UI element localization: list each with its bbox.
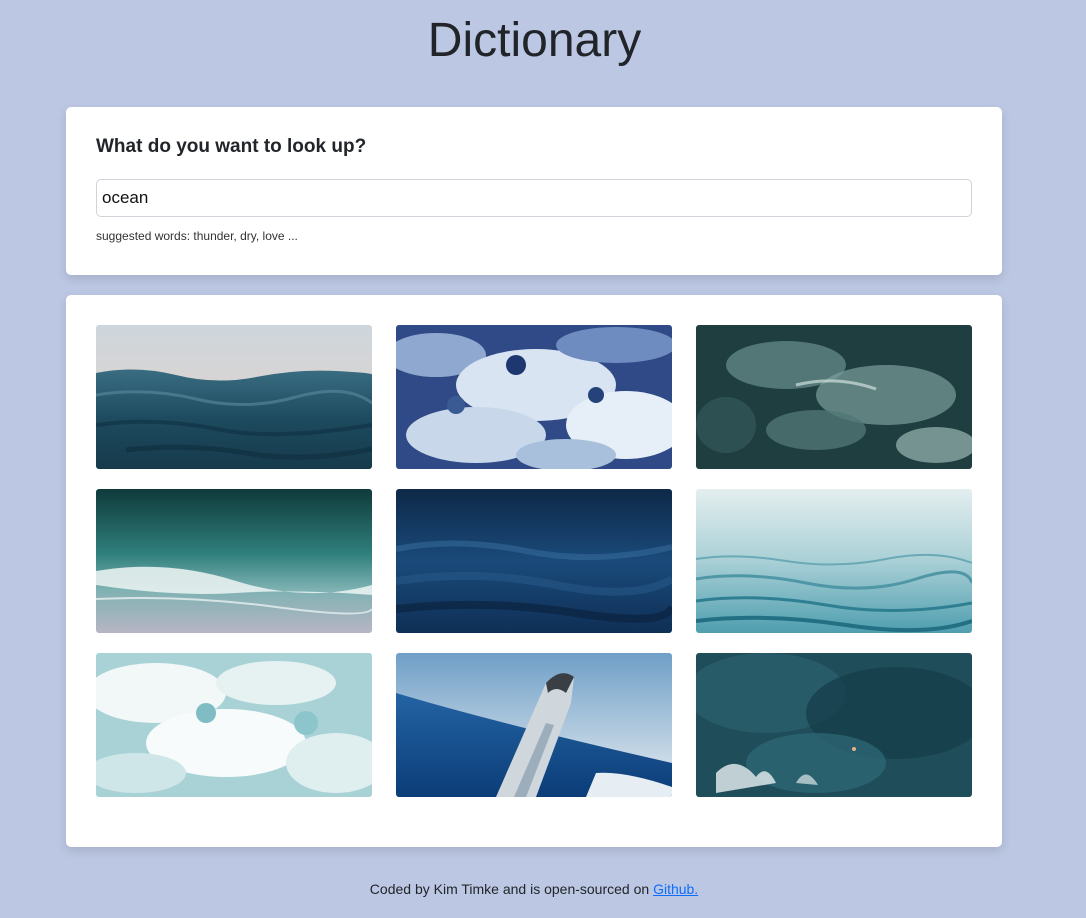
ocean-photo-4[interactable] <box>96 489 372 633</box>
photo-image <box>96 653 372 797</box>
photo-image <box>696 653 972 797</box>
photo-image <box>396 489 672 633</box>
suggested-words-hint: suggested words: thunder, dry, love ... <box>96 229 298 243</box>
github-link[interactable]: Github. <box>653 881 698 897</box>
search-heading: What do you want to look up? <box>96 136 367 157</box>
photo-grid <box>96 325 972 797</box>
search-card: What do you want to look up? suggested w… <box>66 107 1002 275</box>
photo-image <box>396 653 672 797</box>
photo-image <box>696 489 972 633</box>
ocean-photo-3[interactable] <box>696 325 972 469</box>
ocean-photo-2[interactable] <box>396 325 672 469</box>
ocean-photo-9[interactable] <box>696 653 972 797</box>
ocean-photo-1[interactable] <box>96 325 372 469</box>
ocean-photo-8[interactable] <box>396 653 672 797</box>
ocean-photo-5[interactable] <box>396 489 672 633</box>
app-title: Dictionary <box>427 14 642 67</box>
photo-image <box>396 325 672 469</box>
footer: Coded by Kim Timke and is open-sourced o… <box>0 881 1068 897</box>
photo-image <box>96 489 372 633</box>
photos-card <box>66 295 1002 847</box>
ocean-photo-6[interactable] <box>696 489 972 633</box>
footer-text: Coded by Kim Timke and is open-sourced o… <box>369 881 654 897</box>
photo-image <box>96 325 372 469</box>
ocean-photo-7[interactable] <box>96 653 372 797</box>
photo-image <box>696 325 972 469</box>
search-input[interactable] <box>96 179 972 217</box>
